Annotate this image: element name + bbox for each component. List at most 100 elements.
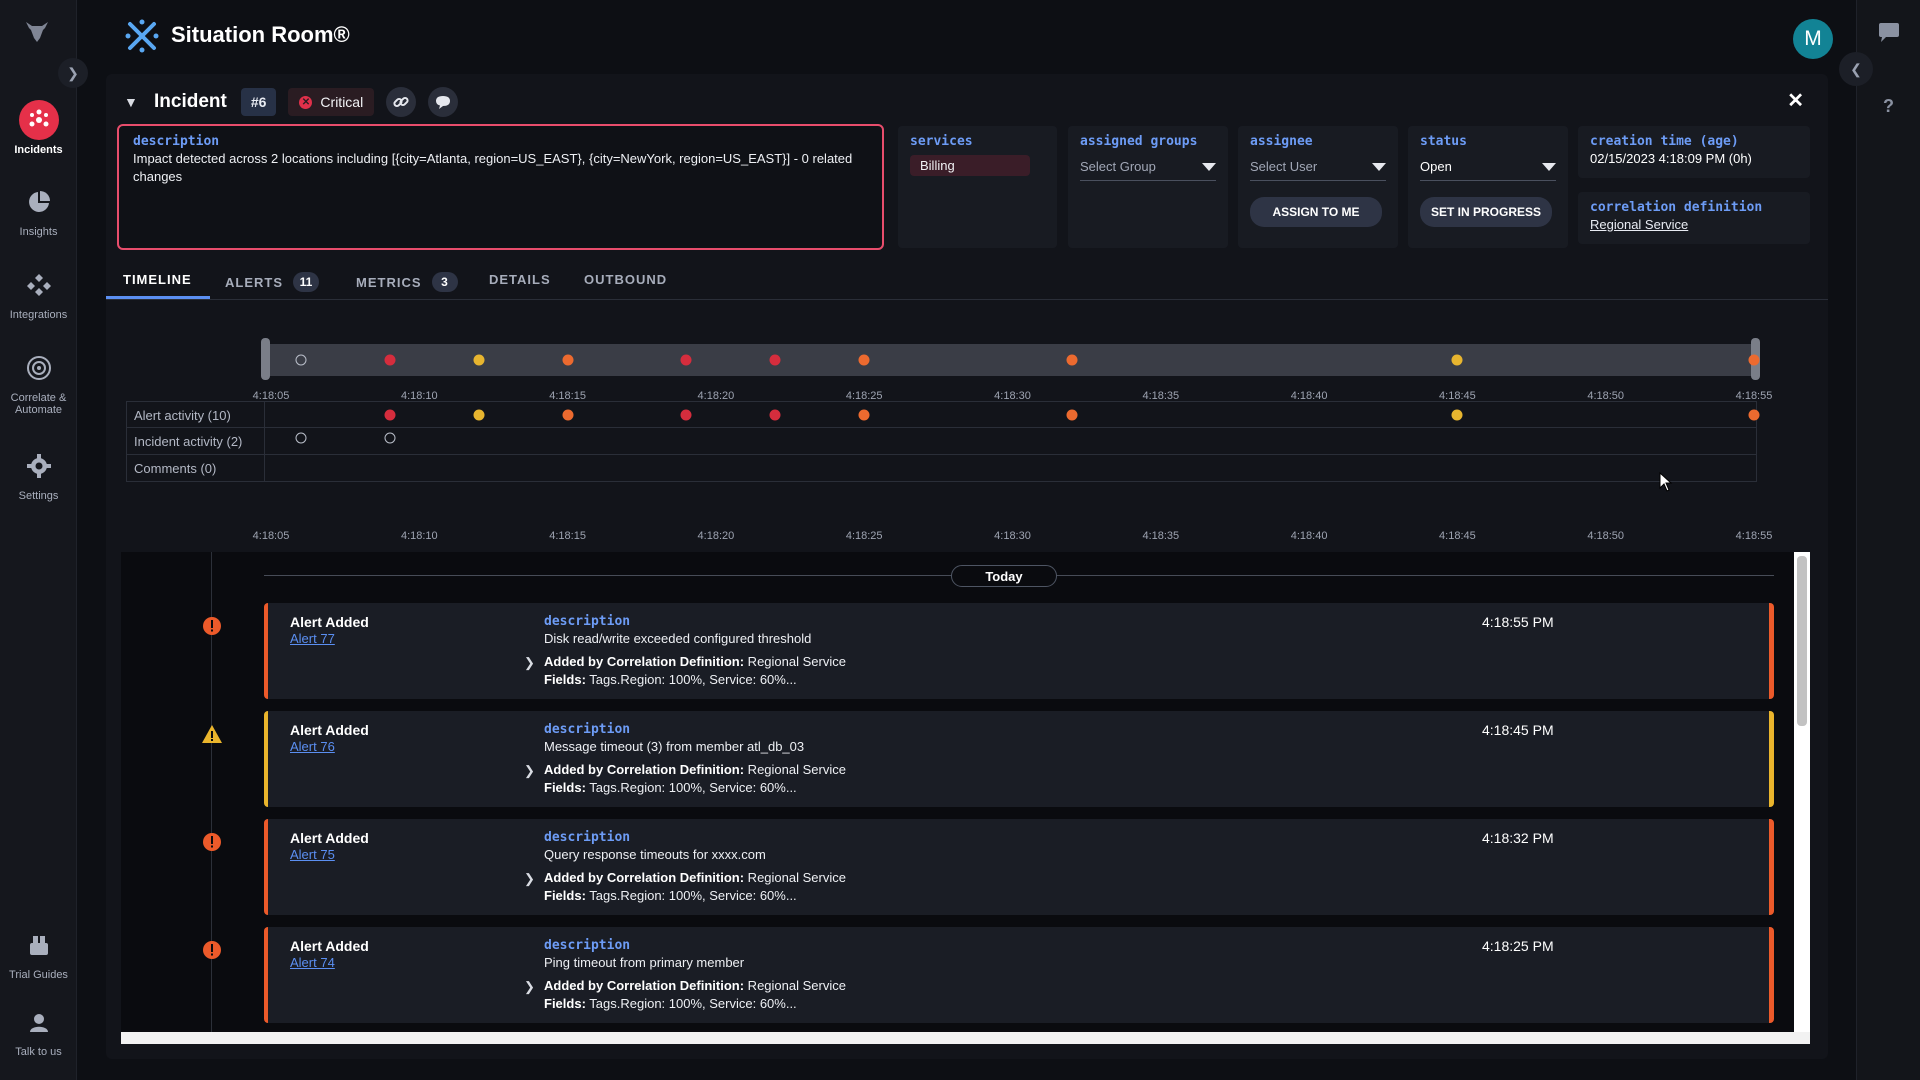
- event-correlation: Added by Correlation Definition: Regiona…: [544, 977, 846, 1013]
- alert-link[interactable]: Alert 77: [290, 631, 335, 646]
- alert-event-dot[interactable]: [1066, 409, 1078, 421]
- fields-prefix: Fields:: [544, 672, 586, 687]
- alert-event-dot[interactable]: [473, 354, 485, 366]
- range-handle-start[interactable]: [261, 338, 270, 380]
- caret-down-icon: [1372, 162, 1386, 171]
- tab-timeline[interactable]: TIMELINE: [123, 272, 192, 287]
- alert-event-dot[interactable]: [384, 354, 396, 366]
- scroll-thumb[interactable]: [1797, 556, 1807, 726]
- set-in-progress-button[interactable]: SET IN PROGRESS: [1420, 197, 1552, 227]
- corr-prefix: Added by Correlation Definition:: [544, 870, 745, 885]
- nav-label: Integrations: [9, 309, 68, 321]
- assign-to-me-button[interactable]: ASSIGN TO ME: [1250, 197, 1382, 227]
- alert-event-dot[interactable]: [1066, 354, 1078, 366]
- expand-chevron-icon[interactable]: ❯: [524, 763, 535, 779]
- incident-event-dot[interactable]: [295, 354, 307, 366]
- nav-item-insights[interactable]: Insights: [0, 182, 77, 238]
- alert-link[interactable]: Alert 74: [290, 955, 335, 970]
- alert-event-dot[interactable]: [384, 409, 396, 421]
- alert-event-dot[interactable]: [858, 409, 870, 421]
- alert-event-dot[interactable]: [1451, 409, 1463, 421]
- description-field[interactable]: description Impact detected across 2 loc…: [117, 124, 884, 250]
- comment-button[interactable]: [428, 87, 459, 117]
- row-incident-activity: Incident activity (2): [126, 428, 1757, 455]
- tab-metrics[interactable]: METRICS 3: [356, 272, 458, 292]
- nav-label: Incidents: [14, 144, 63, 156]
- tab-outbound[interactable]: OUTBOUND: [584, 272, 667, 287]
- nav-item-integrations[interactable]: Integrations: [0, 265, 77, 321]
- collapse-chevron-icon[interactable]: ▼: [124, 94, 142, 110]
- nav-item-correlate[interactable]: Correlate & Automate: [0, 348, 77, 416]
- event-correlation: Added by Correlation Definition: Regiona…: [544, 653, 846, 689]
- tab-bar: TIMELINE ALERTS 11 METRICS 3 DETAILS OUTBO…: [106, 270, 1828, 300]
- incident-header: ▼ Incident #6 ✕ Critical: [124, 86, 459, 118]
- incident-event-dot[interactable]: [295, 432, 307, 444]
- incident-event-dot[interactable]: [384, 432, 396, 444]
- fields-value: Tags.Region: 100%, Service: 60%...: [585, 672, 797, 687]
- alert-event-dot[interactable]: [562, 354, 574, 366]
- user-select[interactable]: Select User: [1250, 159, 1386, 181]
- chevron-left-icon: ❮: [1850, 60, 1862, 77]
- nav-item-trial-guides[interactable]: Trial Guides: [0, 925, 77, 981]
- event-description: Ping timeout from primary member: [544, 955, 745, 970]
- trial-guides-icon: [19, 925, 59, 965]
- event-type: Alert Added: [290, 722, 369, 738]
- nav-item-incidents[interactable]: Incidents: [0, 100, 77, 156]
- fields-prefix: Fields:: [544, 780, 586, 795]
- tab-count-badge: 3: [431, 272, 458, 292]
- tick-label: 4:18:45: [1439, 530, 1476, 542]
- nav-label: Correlate &: [10, 392, 67, 404]
- groups-card: assigned groups Select Group: [1068, 126, 1228, 248]
- event-description: Query response timeouts for xxxx.com: [544, 847, 766, 862]
- timeline-range-track[interactable]: [265, 344, 1757, 376]
- tab-alerts[interactable]: ALERTS 11: [225, 272, 319, 292]
- alert-event-dot[interactable]: [858, 354, 870, 366]
- status-card: status Open SET IN PROGRESS: [1408, 126, 1568, 248]
- creation-label: creation time (age): [1590, 134, 1739, 149]
- service-chip[interactable]: Billing: [910, 155, 1030, 176]
- alert-link[interactable]: Alert 75: [290, 847, 335, 862]
- expand-chevron-icon[interactable]: ❯: [524, 655, 535, 671]
- event-desc-label: description: [544, 614, 631, 629]
- status-select[interactable]: Open: [1420, 159, 1556, 181]
- expand-chevron-icon[interactable]: ❯: [524, 979, 535, 995]
- alert-event-dot[interactable]: [680, 354, 692, 366]
- nav-item-settings[interactable]: Settings: [0, 446, 77, 502]
- group-select[interactable]: Select Group: [1080, 159, 1216, 181]
- nav-item-talk-to-us[interactable]: Talk to us: [0, 1002, 77, 1058]
- alert-event-dot[interactable]: [680, 409, 692, 421]
- error-icon: [203, 617, 221, 635]
- error-icon: [203, 833, 221, 851]
- alert-event-dot[interactable]: [769, 354, 781, 366]
- collapse-panel-button[interactable]: ❮: [1839, 52, 1873, 86]
- tick-label: 4:18:50: [1587, 530, 1625, 542]
- alert-event-dot[interactable]: [1748, 409, 1760, 421]
- avatar[interactable]: M: [1793, 19, 1833, 59]
- fields-prefix: Fields:: [544, 996, 586, 1011]
- description-label: description: [133, 134, 220, 149]
- event-type: Alert Added: [290, 614, 369, 630]
- chat-icon[interactable]: [1877, 22, 1901, 44]
- event-time: 4:18:55 PM: [1482, 614, 1554, 630]
- tab-details[interactable]: DETAILS: [489, 272, 551, 287]
- bull-logo-icon[interactable]: [22, 16, 52, 46]
- comment-icon: [436, 95, 451, 109]
- alert-link[interactable]: Alert 76: [290, 739, 335, 754]
- alert-event-dot[interactable]: [1451, 354, 1463, 366]
- close-button[interactable]: ✕: [1787, 88, 1804, 113]
- expand-chevron-icon[interactable]: ❯: [524, 871, 535, 887]
- alert-event-dot[interactable]: [473, 409, 485, 421]
- correlation-link[interactable]: Regional Service: [1590, 217, 1798, 232]
- services-label: services: [910, 134, 973, 149]
- alert-event-dot[interactable]: [769, 409, 781, 421]
- alert-event-dot[interactable]: [562, 409, 574, 421]
- corr-prefix: Added by Correlation Definition:: [544, 654, 745, 669]
- assignee-card: assignee Select User ASSIGN TO ME: [1238, 126, 1398, 248]
- alert-event-dot[interactable]: [1748, 354, 1760, 366]
- active-tab-indicator: [106, 296, 210, 299]
- status-value: Open: [1420, 159, 1452, 174]
- help-icon[interactable]: ?: [1883, 96, 1894, 117]
- feed-scrollbar[interactable]: [1794, 552, 1810, 1036]
- link-button[interactable]: [386, 87, 417, 117]
- event-time: 4:18:45 PM: [1482, 722, 1554, 738]
